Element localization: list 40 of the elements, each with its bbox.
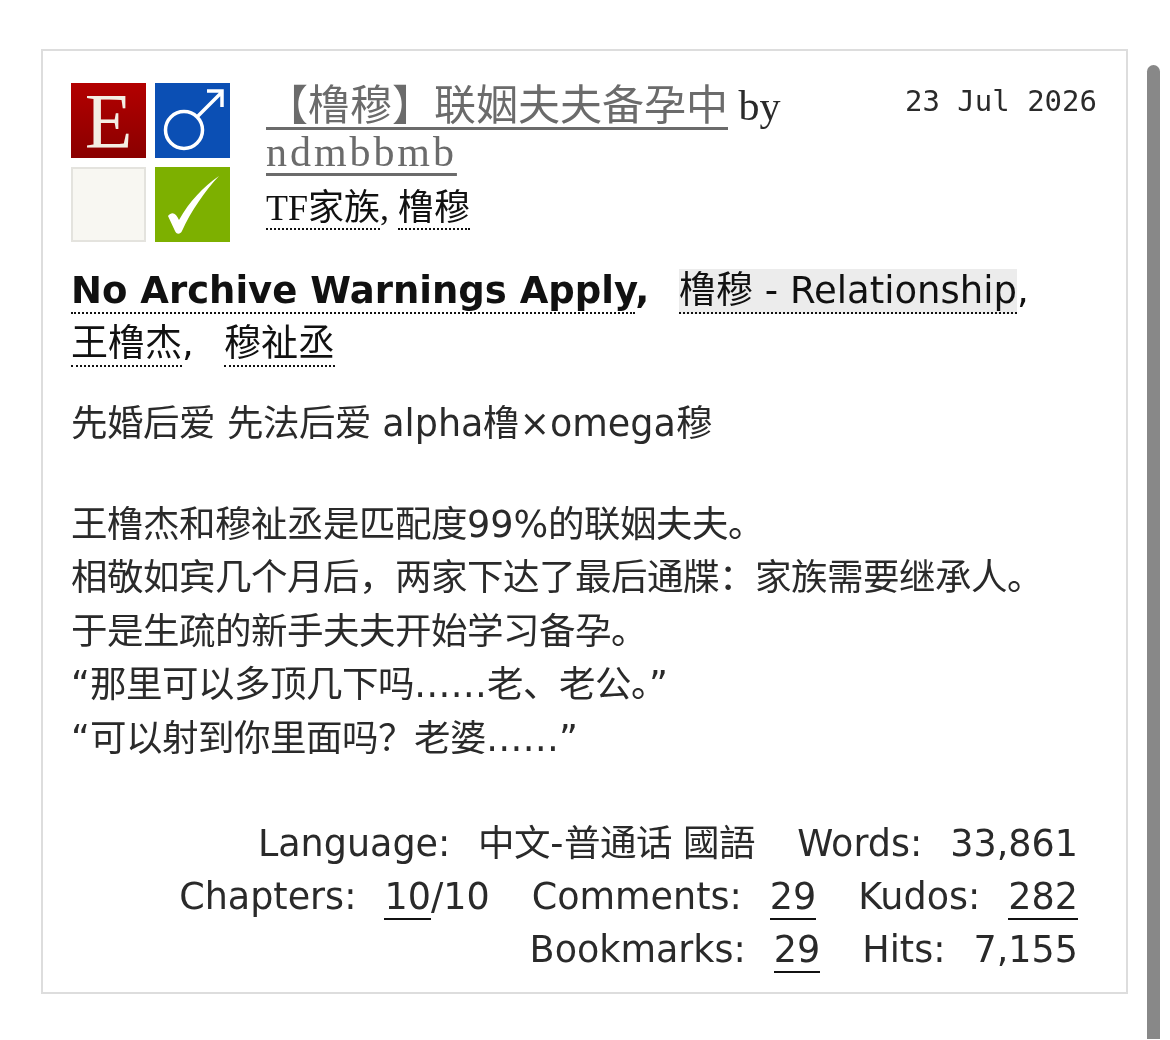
comma-separator: , [380,188,389,228]
rating-tile: E [71,83,146,158]
stat-label: Language: [257,822,451,865]
fandom-link[interactable]: 橹穆 [398,188,470,230]
character-tag[interactable]: 穆祉丞 [223,322,335,367]
work-title-link[interactable]: 【橹穆】联姻夫夫备孕中 [266,83,728,129]
stat-link[interactable]: 10 [384,875,431,920]
summary-line: “那里可以多顶几下吗……老、老公。” [71,662,669,708]
fandom-link[interactable]: TF家族 [266,188,380,230]
byline-text: by [738,83,781,129]
stat-label: Hits: [862,928,946,971]
checkmark-icon [155,167,230,242]
stat-label: Chapters: [179,875,357,918]
author-link[interactable]: ndmbbmb [266,129,457,175]
stat-label: Comments: [531,875,742,918]
summary-line: 先婚后爱 先法后爱 alpha橹×omega穆 [71,401,713,447]
summary-line: 于是生疏的新手夫夫开始学习备孕。 [71,608,648,655]
scrollbar-thumb[interactable] [1147,65,1160,1039]
stat-value: /10 [430,875,490,918]
stat-value: 33,861 [950,822,1078,865]
comma-separator: , [182,322,194,365]
summary-line: 王橹杰和穆祉丞是匹配度99%的联姻夫夫。 [71,501,766,548]
stat-value: 7,155 [973,928,1078,971]
stat-label: Words: [797,822,923,865]
stat-link[interactable]: 29 [773,928,821,973]
stat-value: 中文-普通话 國語 [478,822,756,865]
stat-link[interactable]: 282 [1008,875,1078,920]
stat-label: Bookmarks: [529,928,746,971]
character-tag[interactable]: 王橹杰 [71,322,182,367]
stat-label: Kudos: [858,875,981,918]
relationship-tag[interactable]: 橹穆 - Relationship [679,269,1018,314]
blank-square-icon [71,167,146,242]
stat-link[interactable]: 29 [769,875,817,920]
male-symbol-icon [155,83,230,158]
summary-line: “可以射到你里面吗？老婆……” [71,715,579,762]
summary-line: 相敬如宾几个月后，两家下达了最后通牒：家族需要继承人。 [71,555,1044,601]
comma-separator: , [635,269,650,312]
date-text: 23 Jul 2026 [904,86,1097,116]
comma-separator: , [1017,269,1029,312]
warning-tag[interactable]: No Archive Warnings Apply [71,269,636,314]
